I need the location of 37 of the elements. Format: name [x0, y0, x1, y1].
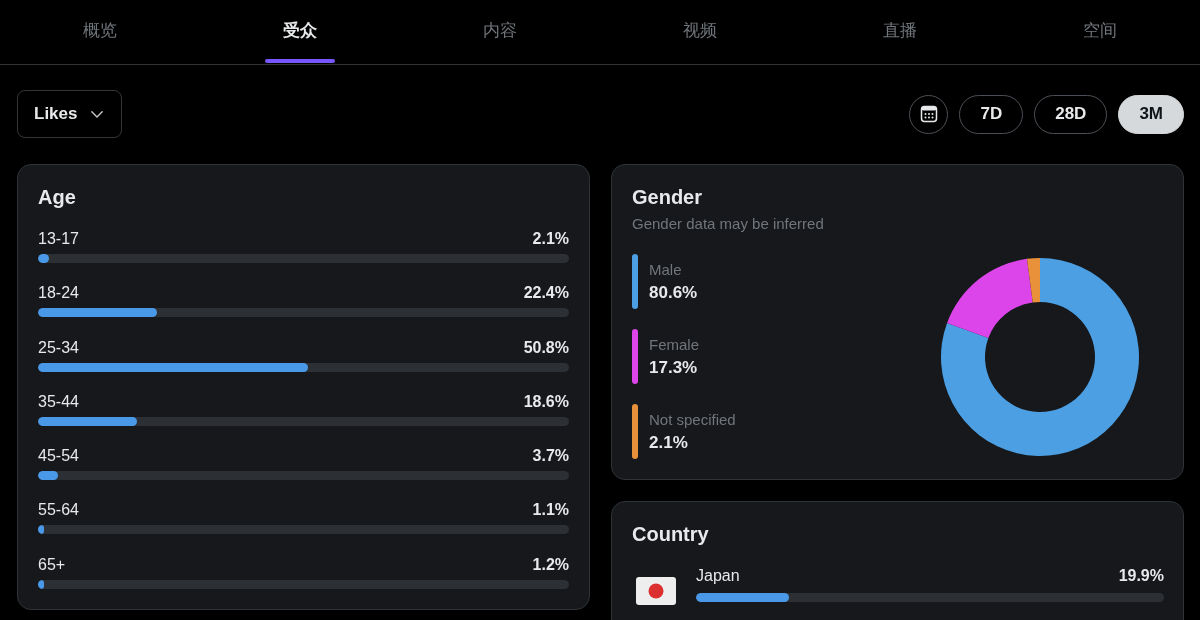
country-name: Japan — [696, 566, 740, 586]
age-range-label: 55-64 — [38, 500, 79, 521]
legend-label: Female — [649, 334, 700, 355]
percentage-value: 19.9% — [1118, 566, 1164, 586]
percentage-value: 22.4% — [523, 283, 569, 304]
metric-dropdown[interactable]: Likes — [17, 90, 123, 138]
card-title: Gender — [632, 185, 704, 210]
percentage-value: 1.1% — [532, 500, 569, 521]
age-range-label: 13-17 — [38, 229, 79, 249]
tab[interactable]: 概览 — [0, 0, 200, 64]
tab[interactable]: 直播 — [800, 0, 1000, 64]
percentage-value: 18.6% — [523, 391, 569, 412]
age-range-label: 18-24 — [38, 283, 79, 304]
tab[interactable]: 视频 — [600, 0, 800, 64]
card-title: Age — [38, 185, 77, 210]
legend-value: 80.6% — [649, 281, 698, 304]
legend-label: Not specified — [649, 409, 736, 430]
tab[interactable]: 内容 — [400, 0, 600, 64]
legend-value: 17.3% — [649, 356, 698, 379]
percentage-value: 50.8% — [523, 337, 569, 358]
percentage-value: 1.2% — [532, 554, 569, 575]
legend-label: Male — [649, 259, 682, 280]
age-range-label: 65+ — [38, 554, 66, 575]
card-title: Country — [632, 522, 710, 547]
percentage-value: 3.7% — [532, 446, 569, 467]
age-range-label: 45-54 — [38, 446, 79, 467]
chevron-down-icon — [91, 110, 104, 118]
tab[interactable]: 受众 — [200, 0, 400, 64]
card-subtitle: Gender data may be inferred — [632, 214, 825, 234]
date-range-button[interactable]: 3M — [1118, 94, 1184, 134]
age-range-label: 35-44 — [38, 391, 79, 412]
percentage-value: 2.1% — [532, 229, 569, 249]
tab[interactable]: 空间 — [1000, 0, 1200, 64]
legend-value: 2.1% — [649, 431, 688, 454]
calendar-icon — [919, 105, 938, 123]
age-range-label: 25-34 — [38, 337, 79, 358]
flag-icon — [636, 577, 676, 605]
